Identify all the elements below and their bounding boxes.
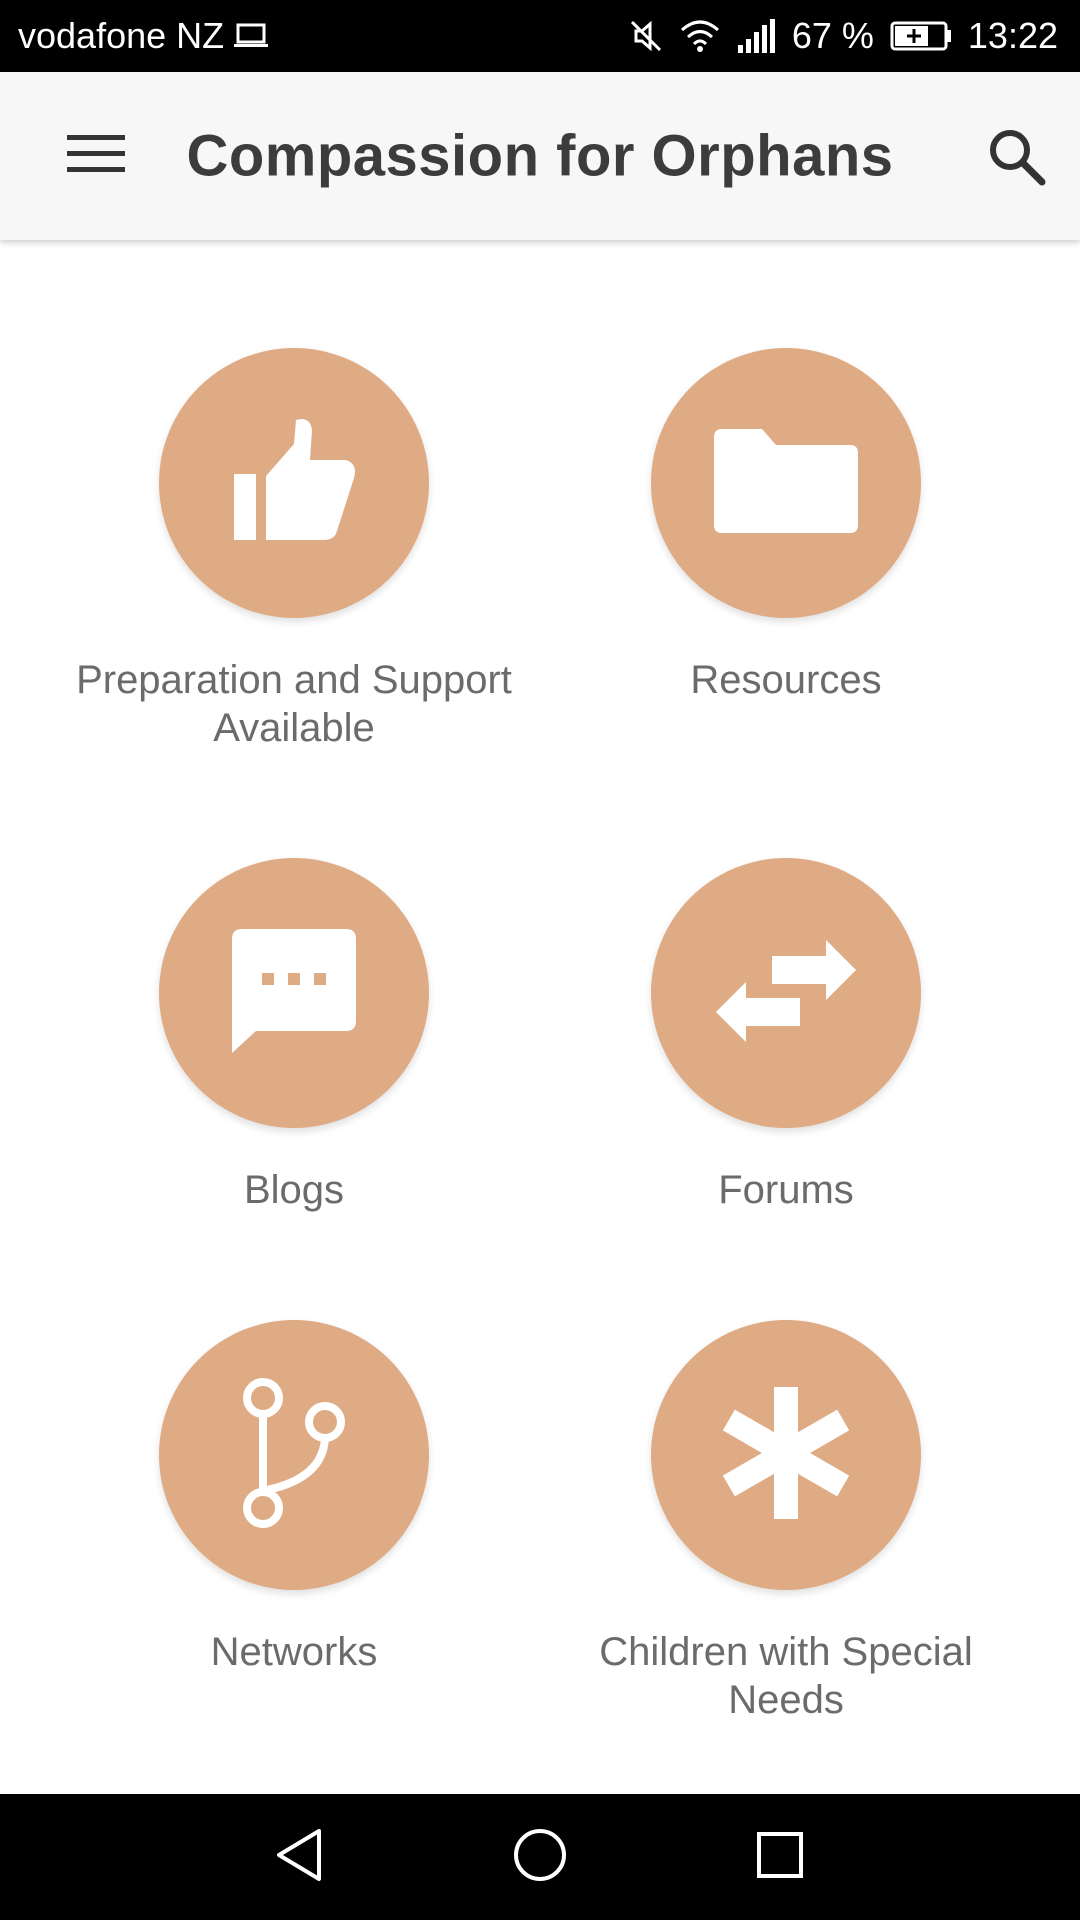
status-right: 67 % 13:22: [628, 15, 1058, 57]
tile-label: Children with Special Needs: [599, 1630, 973, 1722]
tile-circle: [159, 1320, 429, 1590]
status-left: vodafone NZ: [18, 15, 269, 57]
app-bar: Compassion for Orphans: [0, 72, 1080, 240]
swap-arrows-icon: [716, 936, 856, 1051]
folder-icon: [714, 428, 858, 538]
back-button[interactable]: [260, 1817, 340, 1897]
battery-icon: [890, 21, 952, 51]
tile-networks[interactable]: Networks: [24, 1320, 564, 1676]
recents-button[interactable]: [740, 1817, 820, 1897]
tile-label: Forums: [718, 1168, 854, 1212]
tile-label: Resources: [690, 658, 882, 702]
recents-square-icon: [755, 1830, 805, 1885]
battery-percent: 67 %: [791, 15, 874, 56]
search-icon: [986, 126, 1046, 191]
asterisk-icon: [716, 1383, 856, 1528]
page-title: Compassion for Orphans: [186, 123, 894, 189]
laptop-icon: [234, 22, 269, 50]
tile-circle: [651, 858, 921, 1128]
tile-special-needs[interactable]: Children with Special Needs: [516, 1320, 1056, 1724]
tile-circle: [159, 858, 429, 1128]
status-bar: vodafone NZ 67 % 13:22: [0, 0, 1080, 72]
mute-icon: [628, 18, 664, 54]
clock: 13:22: [967, 15, 1058, 56]
signal-icon: [736, 19, 776, 53]
back-triangle-icon: [275, 1827, 325, 1888]
home-button[interactable]: [500, 1817, 580, 1897]
tile-label: Networks: [210, 1630, 378, 1674]
branch-icon: [239, 1377, 349, 1533]
tile-label: Blogs: [243, 1168, 345, 1212]
carrier-name: vodafone NZ: [18, 15, 225, 56]
tile-blogs[interactable]: Blogs: [24, 858, 564, 1214]
search-button[interactable]: [974, 116, 1058, 200]
wifi-icon: [680, 18, 720, 54]
tile-circle: [159, 348, 429, 618]
tile-circle: [651, 348, 921, 618]
thumbs-up-icon: [224, 416, 364, 551]
menu-button[interactable]: [50, 116, 142, 196]
tile-circle: [651, 1320, 921, 1590]
home-circle-icon: [512, 1827, 568, 1888]
tile-forums[interactable]: Forums: [516, 858, 1056, 1214]
tile-label: Preparation and Support Available: [76, 658, 512, 750]
chat-bubble-icon: [232, 928, 356, 1058]
tile-resources[interactable]: Resources: [516, 348, 1056, 704]
hamburger-menu-icon: [67, 133, 125, 180]
system-nav-bar: [0, 1794, 1080, 1920]
tile-preparation-support[interactable]: Preparation and Support Available: [24, 348, 564, 752]
